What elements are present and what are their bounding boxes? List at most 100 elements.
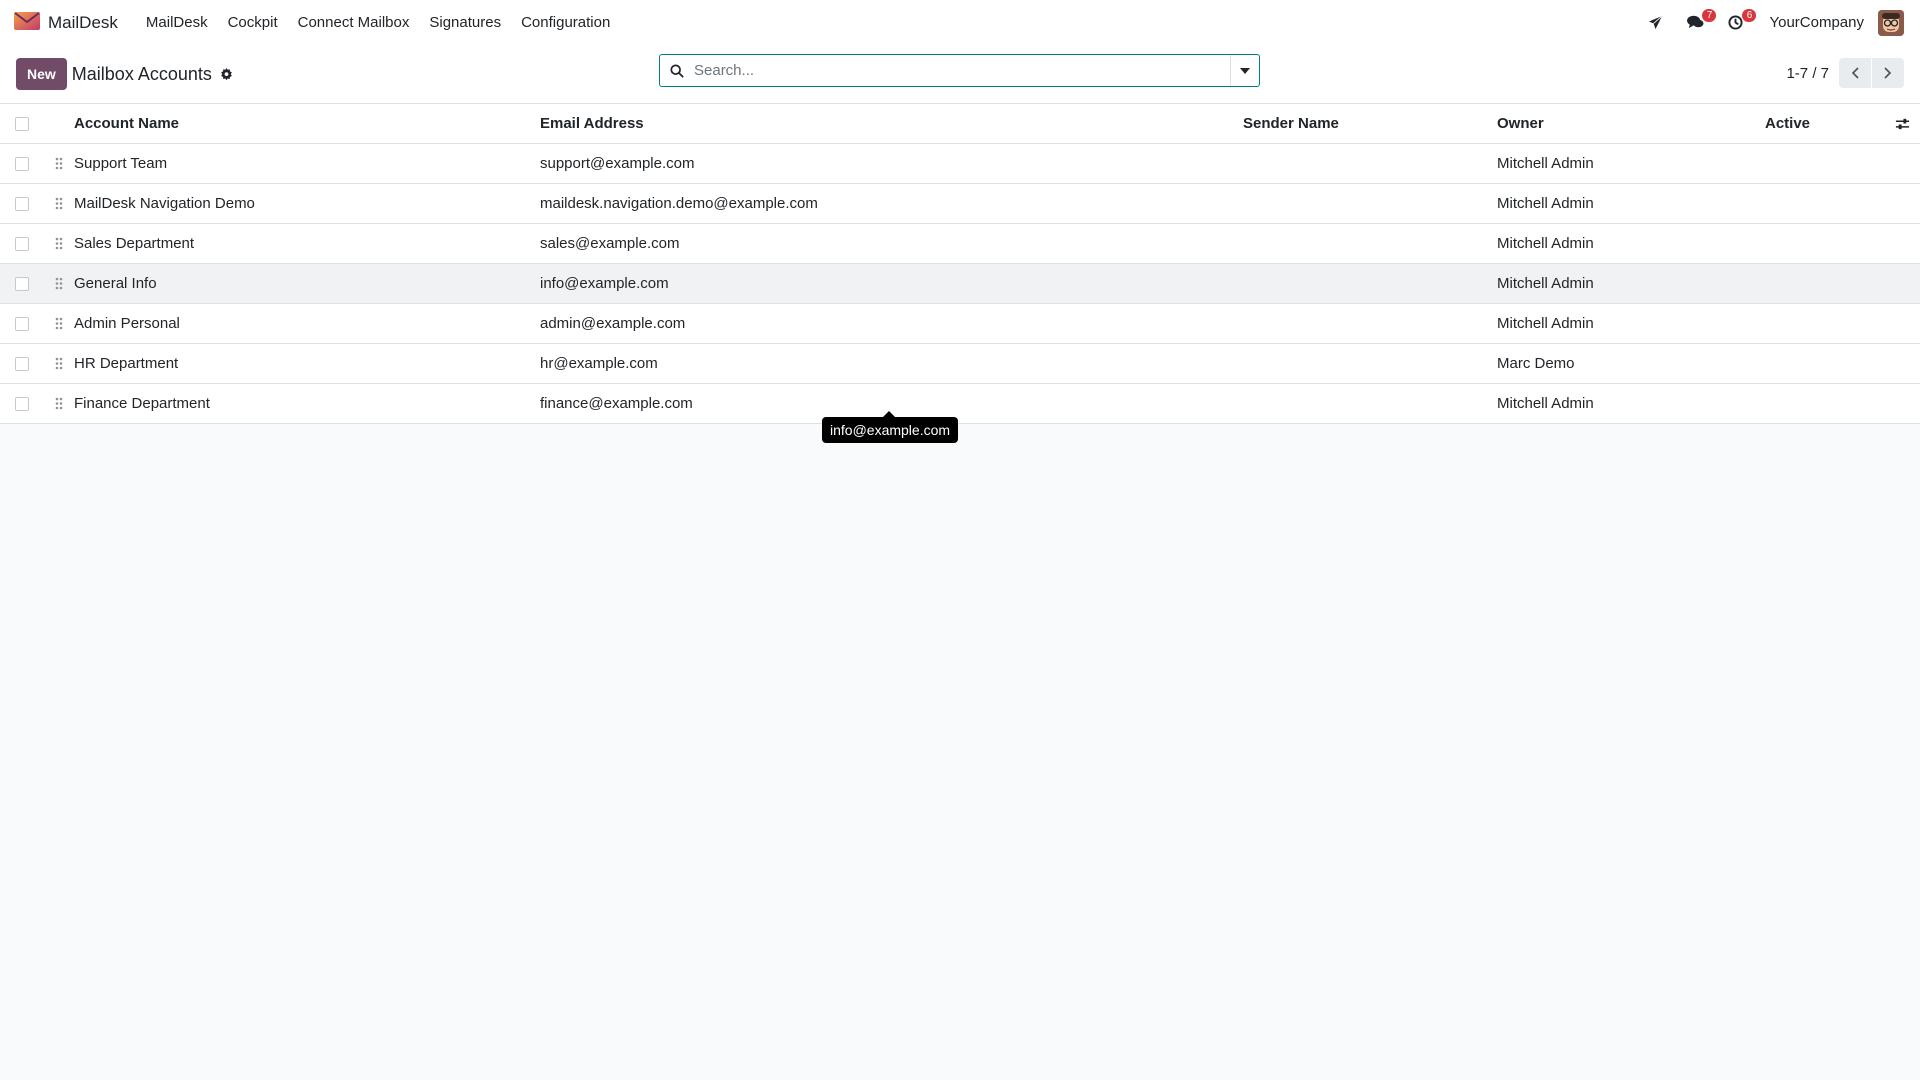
sliders-icon [1895,118,1910,129]
top-navbar: MailDesk MailDesk Cockpit Connect Mailbo… [0,0,1920,45]
search-options-toggle[interactable] [1230,55,1259,86]
pager-value[interactable]: 1-7 / 7 [1786,65,1829,82]
drag-handle[interactable] [44,277,74,290]
email-tooltip: info@example.com [822,411,959,443]
row-select-cell [0,316,44,331]
drag-handle[interactable] [44,237,74,250]
mailbox-accounts-list: Account Name Email Address Sender Name O… [0,104,1920,443]
page-title: Mailbox Accounts [71,63,212,84]
owner-cell[interactable]: Marc Demo [1497,355,1765,372]
drag-handle[interactable] [44,317,74,330]
drag-handle-icon [55,157,63,170]
optional-columns-toggle[interactable] [1875,117,1920,131]
row-checkbox[interactable] [15,276,29,291]
email-address-cell[interactable]: finance@example.com [540,395,1243,412]
search-icon [660,63,694,78]
owner-cell[interactable]: Mitchell Admin [1497,315,1765,332]
activity-clock-icon[interactable]: 6 [1721,8,1757,37]
email-address-cell[interactable]: maildesk.navigation.demo@example.com [540,195,1243,212]
drag-handle-icon [55,357,63,370]
menu-item-maildesk[interactable]: MailDesk [136,14,218,31]
table-row[interactable]: Sales Department sales@example.com Mitch… [0,224,1920,264]
gear-icon[interactable] [220,67,233,81]
email-address-cell[interactable]: admin@example.com [540,315,1243,332]
new-button[interactable]: New [16,58,67,90]
table-row[interactable]: General Info info@example.com Mitchell A… [0,264,1920,304]
drag-handle-icon [55,237,63,250]
table-body: Support Team support@example.com Mitchel… [0,144,1920,424]
column-header-active[interactable]: Active [1765,115,1875,132]
row-checkbox[interactable] [15,196,29,211]
account-name-cell[interactable]: General Info [74,275,540,292]
row-checkbox[interactable] [15,396,29,411]
email-address-cell[interactable]: hr@example.com [540,355,1243,372]
caret-down-icon [1240,67,1250,74]
account-name-cell[interactable]: HR Department [74,355,540,372]
account-name-cell[interactable]: Admin Personal [74,315,540,332]
table-row[interactable]: Finance Department finance@example.com M… [0,384,1920,424]
main-menu: MailDesk Cockpit Connect Mailbox Signatu… [136,14,620,31]
active-cell [1765,235,1875,252]
column-header-account-name[interactable]: Account Name [74,115,540,132]
owner-cell[interactable]: Mitchell Admin [1497,155,1765,172]
pager-next-button[interactable] [1872,58,1904,88]
drag-handle[interactable] [44,157,74,170]
table-row[interactable]: HR Department hr@example.com Marc Demo [0,344,1920,384]
row-select-cell [0,156,44,171]
table-row[interactable]: Admin Personal admin@example.com Mitchel… [0,304,1920,344]
pager: 1-7 / 7 [1786,58,1904,88]
account-name-cell[interactable]: Finance Department [74,395,540,412]
drag-handle-icon [55,197,63,210]
owner-cell[interactable]: Mitchell Admin [1497,275,1765,292]
select-all-checkbox[interactable] [15,116,29,131]
table-row[interactable]: Support Team support@example.com Mitchel… [0,144,1920,184]
email-address-cell[interactable]: support@example.com [540,155,1243,172]
app-name: MailDesk [48,12,118,32]
menu-item-cockpit[interactable]: Cockpit [218,14,288,31]
drag-handle[interactable] [44,197,74,210]
column-header-sender-name[interactable]: Sender Name [1243,115,1497,132]
owner-cell[interactable]: Mitchell Admin [1497,395,1765,412]
messages-icon[interactable]: 7 [1681,8,1717,37]
control-panel: New Mailbox Accounts 1-7 / 7 [0,45,1920,104]
email-address-cell[interactable]: sales@example.com [540,235,1243,252]
active-cell [1765,275,1875,292]
email-address-cell[interactable]: info@example.com [540,275,1243,292]
activities-badge: 6 [1742,8,1757,22]
paper-plane-icon[interactable] [1641,9,1669,37]
active-cell [1765,315,1875,332]
column-header-owner[interactable]: Owner [1497,115,1765,132]
row-checkbox[interactable] [15,316,29,331]
account-name-cell[interactable]: MailDesk Navigation Demo [74,195,540,212]
chevron-right-icon [1884,67,1892,79]
user-avatar[interactable] [1878,9,1904,36]
owner-cell[interactable]: Mitchell Admin [1497,195,1765,212]
menu-item-signatures[interactable]: Signatures [419,14,511,31]
systray: 7 6 YourCompany [1629,8,1904,37]
messages-badge: 7 [1702,8,1717,22]
table-row[interactable]: MailDesk Navigation Demo maildesk.naviga… [0,184,1920,224]
row-select-cell [0,236,44,251]
pager-previous-button[interactable] [1839,58,1871,88]
menu-item-configuration[interactable]: Configuration [511,14,620,31]
maildesk-logo-icon [14,11,40,35]
app-brand[interactable]: MailDesk [14,11,118,35]
row-checkbox[interactable] [15,156,29,171]
row-select-cell [0,276,44,291]
account-name-cell[interactable]: Sales Department [74,235,540,252]
drag-handle[interactable] [44,397,74,410]
menu-item-connect-mailbox[interactable]: Connect Mailbox [288,14,420,31]
owner-cell[interactable]: Mitchell Admin [1497,235,1765,252]
search-input[interactable] [694,55,1230,86]
row-checkbox[interactable] [15,236,29,251]
active-cell [1765,395,1875,412]
drag-handle[interactable] [44,357,74,370]
account-name-cell[interactable]: Support Team [74,155,540,172]
active-cell [1765,355,1875,372]
chevron-left-icon [1851,67,1859,79]
row-select-cell [0,196,44,211]
column-header-email-address[interactable]: Email Address [540,115,1243,132]
row-select-cell [0,396,44,411]
company-switcher[interactable]: YourCompany [1769,14,1864,31]
row-checkbox[interactable] [15,356,29,371]
